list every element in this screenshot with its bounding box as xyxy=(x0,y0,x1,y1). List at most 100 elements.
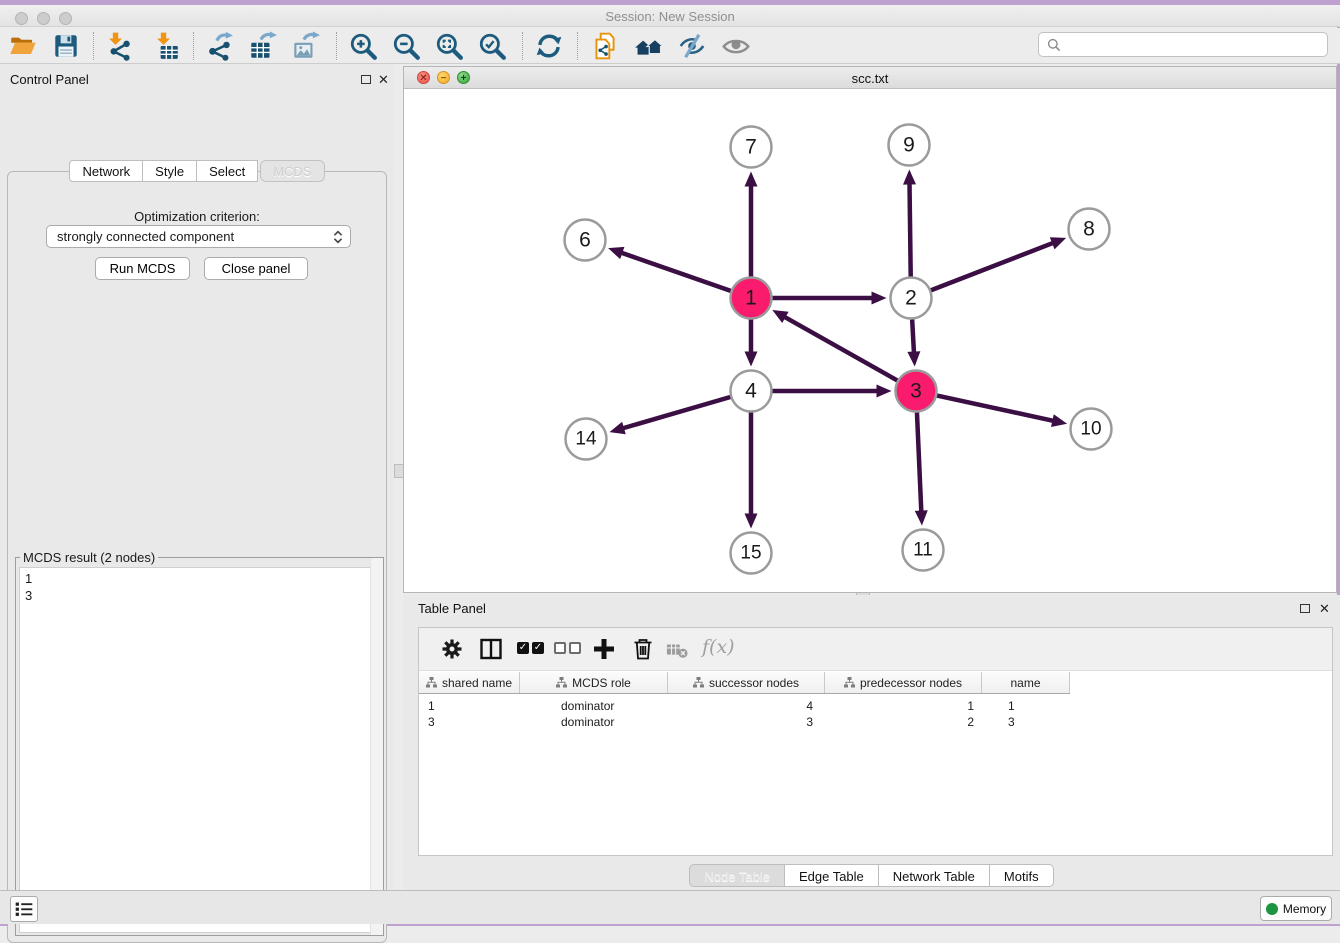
network-title: scc.txt xyxy=(404,71,1336,86)
network-edge-1-6[interactable] xyxy=(620,252,730,291)
add-column-icon[interactable] xyxy=(591,636,617,662)
node-label: 1 xyxy=(745,287,757,310)
toolbar-separator xyxy=(93,32,94,60)
edge-arrowhead xyxy=(1051,414,1067,427)
first-neighbors-icon[interactable] xyxy=(634,31,664,61)
edge-arrowhead xyxy=(610,422,626,434)
table-row[interactable]: 1 dominator 4 1 1 xyxy=(419,698,1070,714)
mcds-result-groupbox: MCDS result (2 nodes) 1 3 xyxy=(15,557,384,936)
close-panel-button[interactable]: Close panel xyxy=(204,257,308,280)
network-edge-2-3[interactable] xyxy=(912,319,914,353)
clone-network-icon[interactable] xyxy=(590,31,620,61)
export-table-icon[interactable] xyxy=(247,31,277,61)
close-panel-icon[interactable]: ✕ xyxy=(378,74,389,85)
network-edge-3-11[interactable] xyxy=(917,412,921,512)
node-table-container: ✓✓ f(x) shared name MCDS role xyxy=(418,627,1333,856)
node-label: 15 xyxy=(740,543,761,564)
tab-edge-table[interactable]: Edge Table xyxy=(785,864,879,887)
table-row[interactable]: 3 dominator 3 2 3 xyxy=(419,714,1070,730)
column-header-mcds-role[interactable]: MCDS role xyxy=(520,672,668,693)
network-edge-2-8[interactable] xyxy=(931,243,1054,291)
result-scrollbar[interactable] xyxy=(370,558,383,935)
column-header-successor-nodes[interactable]: successor nodes xyxy=(668,672,825,693)
tab-network-table[interactable]: Network Table xyxy=(879,864,990,887)
table-toolbar: ✓✓ f(x) xyxy=(419,628,1332,671)
show-all-icon[interactable] xyxy=(721,31,751,61)
memory-button[interactable]: Memory xyxy=(1260,896,1332,921)
node-label: 11 xyxy=(913,540,933,561)
function-builder-icon[interactable]: f(x) xyxy=(702,636,735,658)
control-panel: Control Panel ✕ Optimization criterion: … xyxy=(0,64,394,890)
table-settings-gear-icon[interactable] xyxy=(439,636,465,662)
hierarchy-icon xyxy=(693,677,704,688)
main-toolbar xyxy=(0,28,1340,64)
criterion-dropdown[interactable]: strongly connected component xyxy=(46,225,351,248)
node-label: 2 xyxy=(905,287,917,310)
table-close-icon[interactable]: ✕ xyxy=(1319,603,1330,614)
delete-column-trash-icon[interactable] xyxy=(630,636,656,662)
criterion-value: strongly connected component xyxy=(57,229,234,244)
control-panel-title: Control Panel xyxy=(10,72,89,87)
edge-arrowhead xyxy=(877,385,892,398)
zoom-in-icon[interactable] xyxy=(348,31,378,61)
network-edge-2-9[interactable] xyxy=(909,182,910,276)
float-panel-icon[interactable] xyxy=(361,75,371,84)
search-field[interactable] xyxy=(1038,32,1328,57)
network-canvas[interactable]: 7968124314101511 xyxy=(404,89,1336,592)
network-edge-3-1[interactable] xyxy=(784,316,898,380)
column-header-predecessor-nodes[interactable]: predecessor nodes xyxy=(825,672,982,693)
network-view-window: ✕ − + scc.txt 7968124314101511 xyxy=(403,66,1337,593)
save-session-icon[interactable] xyxy=(51,31,81,61)
export-image-icon[interactable] xyxy=(290,31,320,61)
node-label: 8 xyxy=(1083,218,1095,241)
edge-arrowhead xyxy=(915,510,928,525)
edge-arrowhead xyxy=(745,514,758,529)
import-table-icon[interactable] xyxy=(151,31,181,61)
tab-style[interactable]: Style xyxy=(143,160,197,182)
hide-selected-icon[interactable] xyxy=(677,31,707,61)
zoom-out-icon[interactable] xyxy=(391,31,421,61)
tab-select[interactable]: Select xyxy=(197,160,258,182)
table-panel-title: Table Panel xyxy=(418,601,486,616)
node-label: 7 xyxy=(745,136,757,159)
tab-network[interactable]: Network xyxy=(69,160,143,182)
tab-mcds[interactable]: MCDS xyxy=(260,160,324,182)
network-edge-3-10[interactable] xyxy=(937,396,1054,421)
column-header-shared-name[interactable]: shared name xyxy=(419,672,520,693)
delete-table-icon[interactable] xyxy=(666,639,688,661)
tab-node-table[interactable]: Node Table xyxy=(689,864,785,887)
node-label: 10 xyxy=(1080,419,1101,440)
node-label: 4 xyxy=(745,380,757,403)
mcds-result-list[interactable]: 1 3 xyxy=(19,567,381,933)
edge-arrowhead xyxy=(903,169,916,184)
select-all-columns-icon[interactable]: ✓✓ xyxy=(517,642,544,654)
export-network-icon[interactable] xyxy=(204,31,234,61)
deselect-all-columns-icon[interactable] xyxy=(554,642,581,654)
run-mcds-button[interactable]: Run MCDS xyxy=(95,257,190,280)
task-history-button[interactable] xyxy=(10,896,38,922)
table-panel-tabs: Node Table Edge Table Network Table Moti… xyxy=(403,864,1340,887)
split-columns-icon[interactable] xyxy=(478,636,504,662)
edge-arrowhead xyxy=(907,351,920,366)
tab-motifs[interactable]: Motifs xyxy=(990,864,1054,887)
column-header-name[interactable]: name xyxy=(982,672,1070,693)
hierarchy-icon xyxy=(556,677,567,688)
network-graph[interactable]: 7968124314101511 xyxy=(404,89,1336,592)
refresh-icon[interactable] xyxy=(534,31,564,61)
table-float-icon[interactable] xyxy=(1300,604,1310,613)
list-icon xyxy=(11,897,37,921)
node-label: 6 xyxy=(579,229,591,252)
edge-arrowhead xyxy=(872,292,887,305)
hierarchy-icon xyxy=(426,677,437,688)
zoom-selected-icon[interactable] xyxy=(477,31,507,61)
search-input[interactable] xyxy=(1067,34,1322,55)
network-titlebar[interactable]: ✕ − + scc.txt xyxy=(404,67,1336,89)
import-network-icon[interactable] xyxy=(103,31,133,61)
open-file-icon[interactable] xyxy=(8,31,38,61)
status-bar: Memory xyxy=(0,890,1340,924)
edge-arrowhead xyxy=(608,247,624,259)
mcds-tab-content: Optimization criterion: strongly connect… xyxy=(7,171,387,943)
window-title: Session: New Session xyxy=(0,9,1340,24)
zoom-fit-icon[interactable] xyxy=(434,31,464,61)
network-edge-4-14[interactable] xyxy=(622,397,730,429)
